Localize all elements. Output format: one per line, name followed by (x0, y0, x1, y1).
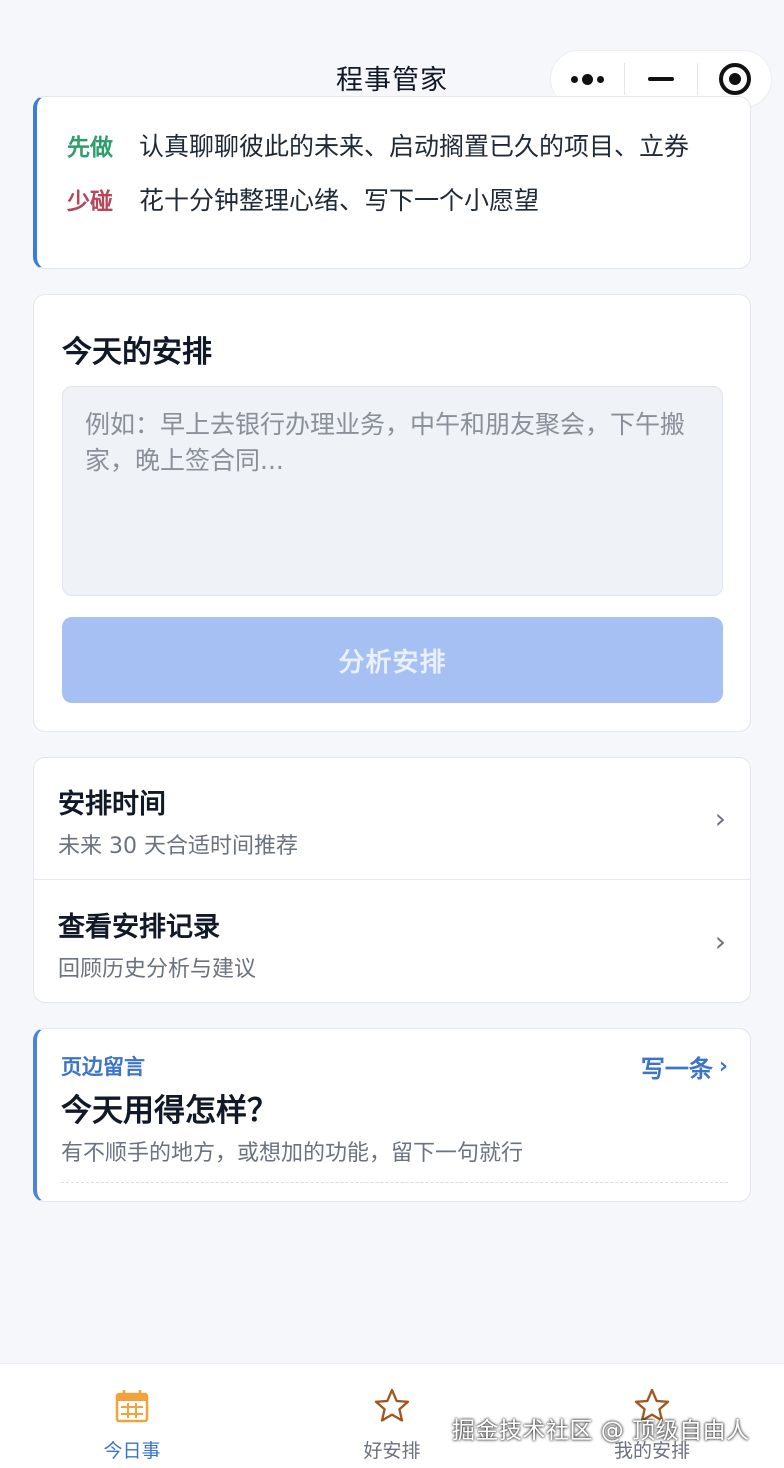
watermark: 掘金技术社区 @ 顶级自由人 (452, 1418, 750, 1444)
menu-item-title: 查看安排记录 (58, 912, 220, 943)
menu-item-subtitle: 未来 30 天合适时间推荐 (58, 834, 298, 859)
feedback-eyebrow: 页边留言 (61, 1055, 145, 1079)
feedback-subtitle: 有不顺手的地方，或想加的功能，留下一句就行 (61, 1141, 524, 1166)
page: 程事管家 先做 认真聊聊彼此的未来、启动搁置已久的项目、立券 少碰 花十分钟整理… (0, 0, 784, 1468)
feedback-card[interactable]: 页边留言 写一条 › 今天用得怎样？ 有不顺手的地方，或想加的功能，留下一句就行 (33, 1028, 751, 1202)
write-feedback-label: 写一条 (640, 1055, 713, 1083)
tab-today[interactable]: 今日事 (32, 1364, 232, 1468)
target-icon (718, 63, 751, 95)
plan-title: 今天的安排 (62, 335, 212, 370)
avoid-tag: 少碰 (67, 189, 113, 215)
more-dots-icon (570, 73, 604, 85)
feedback-title: 今天用得怎样？ (61, 1093, 278, 1129)
tab-label: 今日事 (103, 1440, 161, 1462)
tip-row-avoid: 少碰 花十分钟整理心绪、写下一个小愿望 (67, 181, 539, 217)
write-feedback-link[interactable]: 写一条 › (641, 1049, 728, 1084)
calendar-icon (112, 1386, 152, 1426)
chevron-right-icon: › (718, 1054, 728, 1079)
dashed-divider (61, 1182, 728, 1183)
menu-item-history[interactable]: 查看安排记录 回顾历史分析与建议 › (34, 881, 750, 1002)
plan-input[interactable] (62, 386, 723, 596)
menu-item-subtitle: 回顾历史分析与建议 (58, 957, 257, 982)
chevron-right-icon: › (714, 925, 726, 958)
star-icon (372, 1386, 412, 1426)
today-plan-card: 今天的安排 分析安排 (33, 294, 751, 732)
menu-item-title: 安排时间 (58, 789, 166, 820)
tip-row-do: 先做 认真聊聊彼此的未来、启动搁置已久的项目、立券 (67, 127, 689, 163)
analyze-button[interactable]: 分析安排 (62, 617, 723, 703)
do-tag: 先做 (67, 135, 113, 161)
menu-item-schedule-time[interactable]: 安排时间 未来 30 天合适时间推荐 › (34, 758, 750, 880)
avoid-text: 花十分钟整理心绪、写下一个小愿望 (139, 186, 540, 215)
daily-tip-card: 先做 认真聊聊彼此的未来、启动搁置已久的项目、立券 少碰 花十分钟整理心绪、写下… (33, 96, 751, 269)
menu-card: 安排时间 未来 30 天合适时间推荐 › 查看安排记录 回顾历史分析与建议 › (33, 757, 751, 1003)
do-text: 认真聊聊彼此的未来、启动搁置已久的项目、立券 (139, 132, 690, 161)
chevron-right-icon: › (714, 802, 726, 835)
minus-icon (648, 77, 674, 81)
